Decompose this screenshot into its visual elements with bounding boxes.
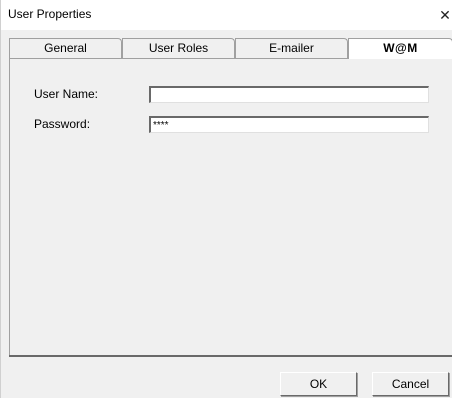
- user-name-input[interactable]: [149, 86, 429, 103]
- user-properties-dialog: User Properties ✕ General User Roles E-m…: [0, 0, 452, 398]
- tab-wam[interactable]: W@M: [348, 38, 452, 59]
- tab-user-roles[interactable]: User Roles: [122, 38, 235, 58]
- tab-e-mailer[interactable]: E-mailer: [235, 38, 348, 58]
- title-bar[interactable]: User Properties ✕: [1, 0, 452, 30]
- tab-strip: General User Roles E-mailer W@M: [9, 38, 452, 59]
- tab-general[interactable]: General: [9, 38, 122, 58]
- password-input[interactable]: [149, 116, 429, 133]
- ok-button[interactable]: OK: [280, 372, 357, 396]
- panel-divider: [9, 355, 452, 357]
- cancel-button[interactable]: Cancel: [372, 372, 449, 396]
- close-icon[interactable]: ✕: [437, 0, 452, 30]
- dialog-title: User Properties: [8, 7, 92, 21]
- user-name-label: User Name:: [34, 87, 99, 101]
- password-label: Password:: [34, 117, 91, 131]
